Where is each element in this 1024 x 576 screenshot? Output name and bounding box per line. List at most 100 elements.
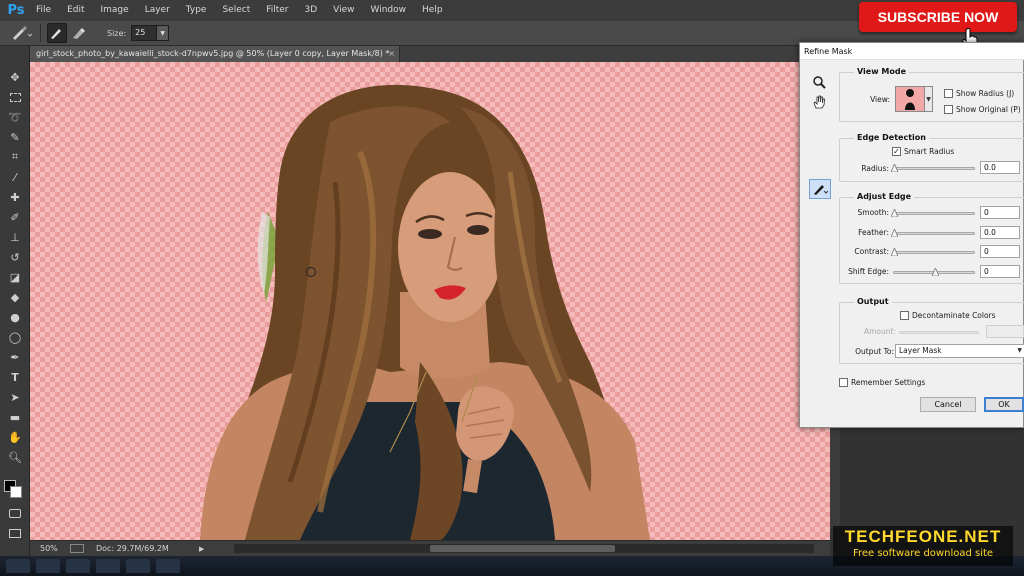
checkmark-icon: ✓ <box>893 146 900 156</box>
smooth-field[interactable]: 0 <box>980 206 1020 219</box>
slider-thumb-icon[interactable] <box>891 164 898 172</box>
adjust-edge-title: Adjust Edge <box>854 192 915 201</box>
blur-tool-icon[interactable]: ● <box>5 308 25 326</box>
menu-3d[interactable]: 3D <box>297 0 326 21</box>
taskbar-app-icon[interactable] <box>126 559 150 573</box>
status-menu-arrow-icon[interactable]: ▶ <box>199 545 204 553</box>
document-tab-title: girl_stock_photo_by_kawaielli_stock-d7np… <box>36 49 390 58</box>
decontaminate-row[interactable]: Decontaminate Colors <box>900 311 996 320</box>
dodge-tool-icon[interactable]: ◯ <box>5 328 25 346</box>
history-brush-tool-icon[interactable]: ↺ <box>5 248 25 266</box>
smart-radius-row[interactable]: ✓ Smart Radius <box>892 147 954 156</box>
taskbar-app-icon[interactable] <box>156 559 180 573</box>
tools-panel: ✥ ➰ ✎ ⌗ ⁄ ✚ ✐ ⊥ ↺ ◪ ◆ ● ◯ ✒ T ➤ ▬ ✋ 🔍︎ <box>0 46 30 556</box>
output-to-label: Output To: <box>855 347 894 356</box>
zoom-icon[interactable] <box>811 74 827 90</box>
feather-slider[interactable] <box>891 229 975 237</box>
zoom-tool-icon[interactable]: 🔍︎ <box>5 448 25 466</box>
smart-radius-checkbox[interactable]: ✓ <box>892 147 901 156</box>
shift-edge-slider[interactable] <box>893 268 975 276</box>
quick-mask-icon[interactable] <box>5 504 25 522</box>
refine-radius-tool-icon[interactable] <box>809 179 831 199</box>
hand-tool-icon[interactable]: ✋ <box>5 428 25 446</box>
menu-help[interactable]: Help <box>414 0 451 21</box>
taskbar-app-icon[interactable] <box>96 559 120 573</box>
brush-size-dropdown[interactable]: ▼ <box>157 25 170 41</box>
move-tool-icon[interactable]: ✥ <box>5 68 25 86</box>
brush-tool-icon[interactable]: ✐ <box>5 208 25 226</box>
paint-bucket-tool-icon[interactable]: ◆ <box>5 288 25 306</box>
menu-filter[interactable]: Filter <box>258 0 296 21</box>
cancel-button[interactable]: Cancel <box>920 397 976 412</box>
eraser-brush-icon <box>73 28 85 39</box>
remember-settings-checkbox[interactable] <box>839 378 848 387</box>
view-mode-preview-icon <box>905 89 915 110</box>
menu-layer[interactable]: Layer <box>137 0 178 21</box>
shape-tool-icon[interactable]: ▬ <box>5 408 25 426</box>
view-label: View: <box>870 95 890 104</box>
vertical-scrollbar[interactable] <box>830 428 840 528</box>
background-color-swatch[interactable] <box>10 486 22 498</box>
view-mode-dropdown[interactable]: ▼ <box>925 86 933 112</box>
contrast-slider[interactable] <box>891 248 975 256</box>
show-original-checkbox[interactable] <box>944 105 953 114</box>
feather-label: Feather: <box>858 228 889 237</box>
show-radius-row[interactable]: Show Radius (J) <box>944 89 1014 98</box>
healing-brush-tool-icon[interactable]: ✚ <box>5 188 25 206</box>
decontaminate-checkbox[interactable] <box>900 311 909 320</box>
contrast-field[interactable]: 0 <box>980 245 1020 258</box>
document-tab[interactable]: girl_stock_photo_by_kawaielli_stock-d7np… <box>30 46 400 62</box>
output-to-select[interactable]: Layer Mask ▼ <box>895 344 1024 358</box>
menu-image[interactable]: Image <box>93 0 137 21</box>
radius-slider[interactable] <box>891 164 975 172</box>
brush-size-field[interactable]: 25 <box>131 25 158 41</box>
menu-file[interactable]: File <box>28 0 59 21</box>
taskbar-app-icon[interactable] <box>36 559 60 573</box>
erase-refinements-tool-button[interactable] <box>69 23 89 43</box>
horizontal-scrollbar[interactable] <box>234 544 814 553</box>
eyedropper-tool-icon[interactable]: ⁄ <box>5 168 25 186</box>
zoom-level[interactable]: 50% <box>30 544 66 553</box>
screen-mode-icon[interactable] <box>5 524 25 542</box>
radius-field[interactable]: 0.0 <box>980 161 1020 174</box>
menu-select[interactable]: Select <box>214 0 258 21</box>
shift-edge-field[interactable]: 0 <box>980 265 1020 278</box>
slider-thumb-icon[interactable] <box>891 209 898 217</box>
taskbar-app-icon[interactable] <box>66 559 90 573</box>
quick-selection-tool-icon[interactable]: ✎ <box>5 128 25 146</box>
view-mode-thumbnail[interactable] <box>895 86 925 112</box>
amount-slider <box>899 331 979 334</box>
slider-thumb-icon[interactable] <box>891 229 898 237</box>
edge-detection-title: Edge Detection <box>854 133 929 142</box>
ok-button[interactable]: OK <box>984 397 1024 412</box>
menu-type[interactable]: Type <box>178 0 215 21</box>
close-icon[interactable]: × <box>388 46 395 62</box>
show-original-row[interactable]: Show Original (P) <box>944 105 1021 114</box>
menu-window[interactable]: Window <box>363 0 415 21</box>
menu-view[interactable]: View <box>325 0 362 21</box>
hand-icon[interactable] <box>811 94 827 110</box>
crop-tool-icon[interactable]: ⌗ <box>5 148 25 166</box>
taskbar-app-icon[interactable] <box>6 559 30 573</box>
pen-tool-icon[interactable]: ✒ <box>5 348 25 366</box>
type-tool-icon[interactable]: T <box>5 368 25 386</box>
document-canvas[interactable] <box>30 62 830 540</box>
feather-field[interactable]: 0.0 <box>980 226 1020 239</box>
slider-thumb-icon[interactable] <box>932 268 939 276</box>
marquee-tool-icon[interactable] <box>5 88 25 106</box>
show-radius-checkbox[interactable] <box>944 89 953 98</box>
smooth-slider[interactable] <box>891 209 975 217</box>
status-info-icon[interactable] <box>70 544 84 553</box>
lasso-tool-icon[interactable]: ➰ <box>5 108 25 126</box>
menu-edit[interactable]: Edit <box>59 0 92 21</box>
decontaminate-label: Decontaminate Colors <box>912 311 996 320</box>
tool-preset-picker[interactable] <box>8 23 34 43</box>
eraser-tool-icon[interactable]: ◪ <box>5 268 25 286</box>
refine-radius-tool-button[interactable] <box>47 23 67 43</box>
remember-settings-row[interactable]: Remember Settings <box>839 378 925 387</box>
path-selection-tool-icon[interactable]: ➤ <box>5 388 25 406</box>
clone-stamp-tool-icon[interactable]: ⊥ <box>5 228 25 246</box>
slider-thumb-icon[interactable] <box>891 248 898 256</box>
scrollbar-thumb[interactable] <box>430 545 615 552</box>
subscribe-button[interactable]: SUBSCRIBE NOW <box>859 2 1017 32</box>
